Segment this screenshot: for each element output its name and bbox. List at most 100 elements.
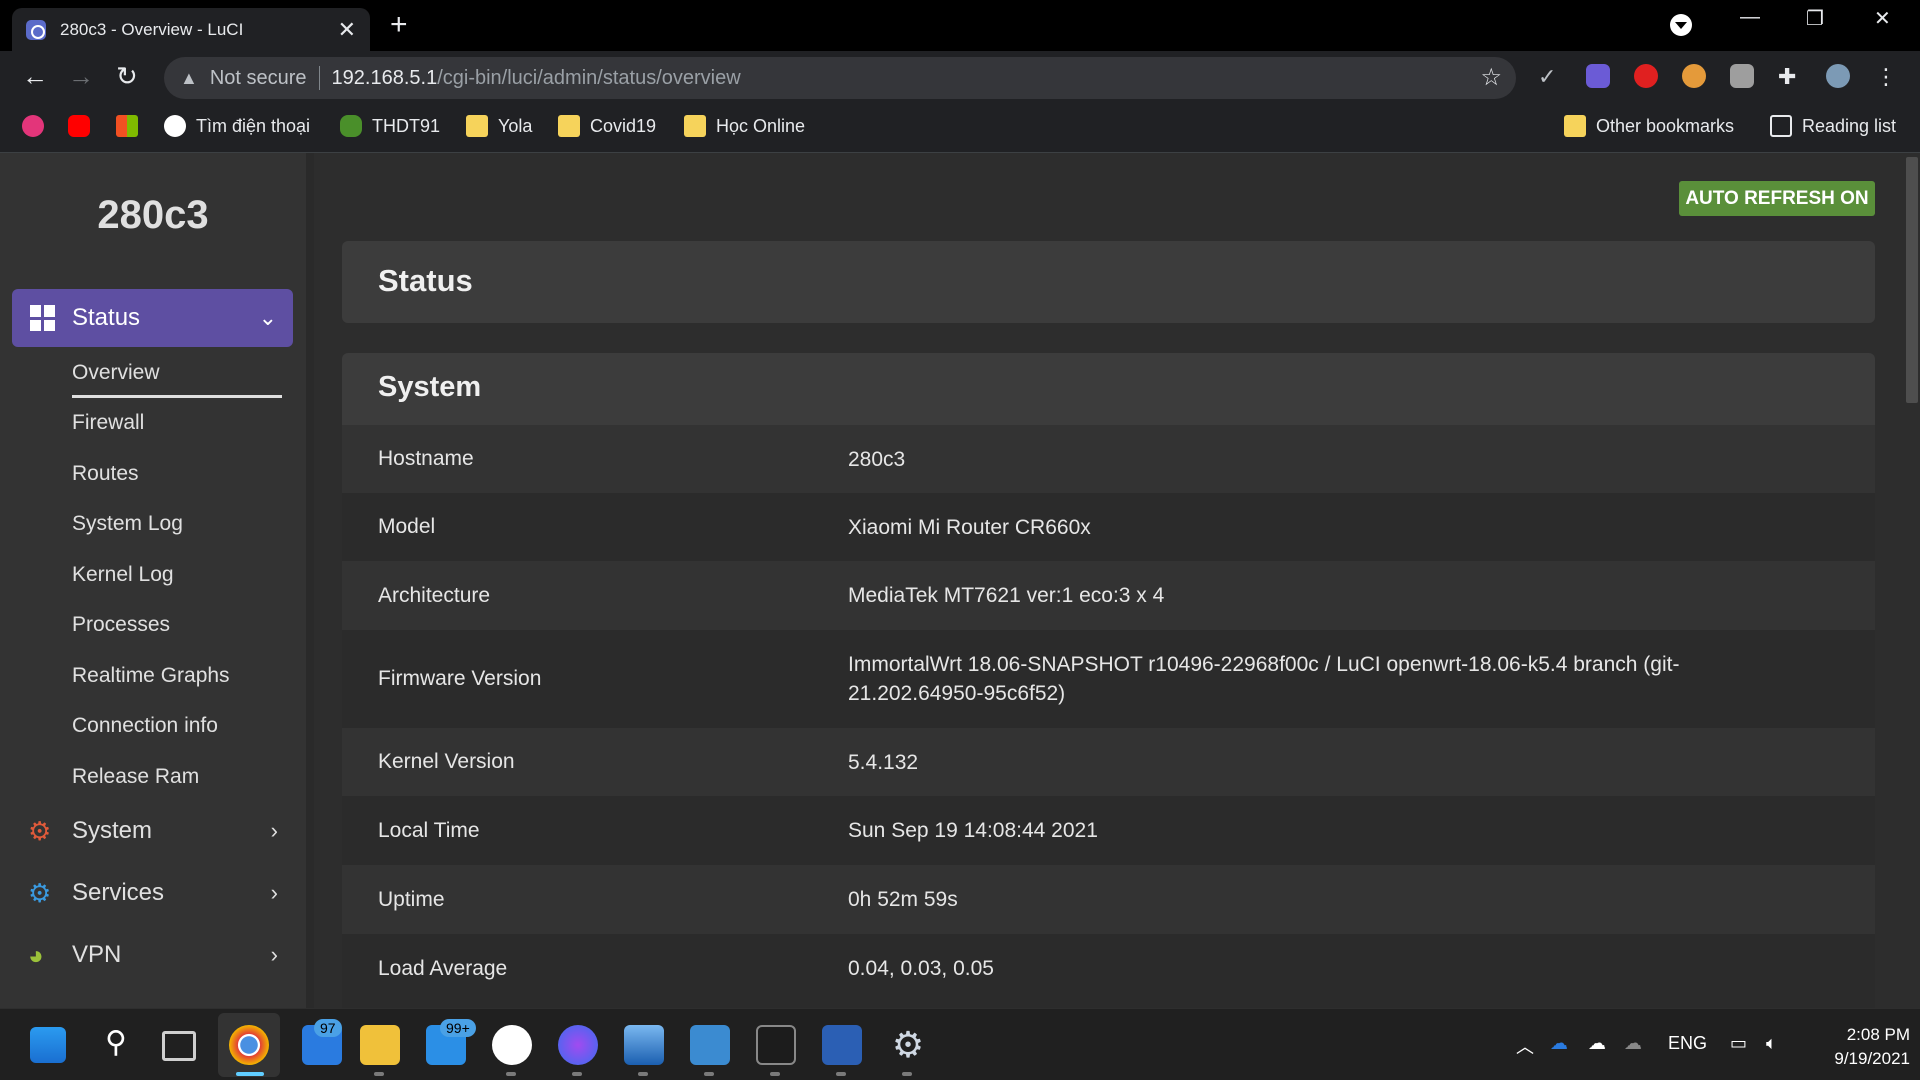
reading-list-label: Reading list (1802, 115, 1897, 136)
language-indicator[interactable]: ENG (1668, 1033, 1707, 1054)
minimize-icon[interactable]: — (1740, 6, 1760, 29)
reading-list[interactable]: Reading list (1770, 115, 1896, 137)
chevron-right-icon: › (270, 942, 278, 967)
sidebar-subitem-kernel-log[interactable]: Kernel Log (72, 563, 174, 587)
microsoft-icon[interactable] (116, 115, 148, 137)
other-bookmarks[interactable]: Other bookmarks (1564, 115, 1734, 137)
row-key: Local Time (378, 818, 480, 842)
bookmark-star-icon[interactable]: ☆ (1480, 63, 1502, 92)
sidebar-subitem-overview[interactable]: Overview (72, 361, 160, 385)
brand-hostname[interactable]: 280c3 (0, 193, 306, 238)
sidebar-subitem-realtime-graphs[interactable]: Realtime Graphs (72, 664, 230, 688)
row-key: Load Average (378, 956, 508, 980)
task-view-icon[interactable] (162, 1031, 196, 1061)
sidebar-item-services[interactable]: ⚙ Services › (28, 873, 278, 913)
auto-refresh-button[interactable]: AUTO REFRESH ON (1679, 181, 1875, 216)
tab-title: 280c3 - Overview - LuCI (60, 19, 244, 39)
page-title: Status (378, 263, 473, 298)
forward-icon[interactable]: → (68, 61, 94, 92)
show-hidden-icons[interactable]: ︿ (1516, 1033, 1534, 1059)
address-bar[interactable]: ▲ Not secure 192.168.5.1 /cgi-bin/luci/a… (164, 57, 1516, 99)
sidebar: 280c3 Status ⌄ Overview Firewall Routes … (0, 153, 306, 1008)
windows-start-icon[interactable] (30, 1027, 66, 1063)
tab-search-icon[interactable] (1670, 14, 1692, 36)
avatar[interactable] (1826, 64, 1850, 88)
scrollbar-thumb[interactable] (1906, 157, 1918, 403)
sidebar-subitem-firewall[interactable]: Firewall (72, 411, 144, 435)
warning-icon[interactable]: ▲ (180, 68, 198, 89)
menu-kebab-icon[interactable]: ⋮ (1874, 64, 1898, 89)
status-header-card: Status (342, 241, 1875, 323)
close-tab-icon[interactable]: ✕ (338, 17, 356, 43)
settings-gear-icon[interactable]: ⚙ (888, 1025, 928, 1065)
sidebar-subitem-system-log[interactable]: System Log (72, 512, 183, 536)
bookmark-tim-dien-thoai[interactable]: Tìm điện thoại (164, 115, 310, 137)
file-explorer-icon[interactable] (360, 1025, 400, 1065)
url-path[interactable]: /cgi-bin/luci/admin/status/overview (437, 67, 740, 90)
gear-icon: ⚙ (28, 815, 52, 846)
cloud-sync-icon[interactable]: ☁ (1624, 1033, 1642, 1054)
clock[interactable]: 2:08 PM 9/19/2021 (1810, 1023, 1910, 1071)
folder-icon (466, 115, 488, 137)
sidebar-item-label: System (72, 817, 153, 844)
row-key: Firmware Version (378, 667, 542, 690)
sidebar-item-vpn[interactable]: ◕ VPN › (28, 935, 278, 975)
bookmark-thdt91[interactable]: THDT91 (340, 115, 440, 137)
messenger-icon[interactable] (558, 1025, 598, 1065)
restore-icon[interactable]: ❐ (1806, 6, 1824, 31)
running-indicator (572, 1072, 582, 1076)
cookie-extension-icon[interactable] (1682, 64, 1706, 88)
folder-icon (558, 115, 580, 137)
adblock-extension-icon[interactable] (1634, 64, 1658, 88)
onedrive-personal-icon[interactable]: ☁ (1588, 1033, 1606, 1054)
page-scrollbar[interactable] (1904, 153, 1920, 1008)
remote-desktop-icon[interactable] (690, 1025, 730, 1065)
sidebar-item-system[interactable]: ⚙ System › (28, 811, 278, 851)
dashboard-icon (30, 305, 56, 331)
check-extension-icon[interactable]: ✓ (1538, 64, 1562, 89)
sidebar-subitem-connection-info[interactable]: Connection info (72, 714, 218, 738)
back-icon[interactable]: ← (22, 61, 48, 92)
new-tab-icon[interactable]: + (390, 8, 408, 42)
bookmark-yola[interactable]: Yola (466, 115, 532, 137)
volume-icon[interactable]: 🔈︎ (1766, 1033, 1777, 1054)
browser-toolbar: ← → ↻ ▲ Not secure 192.168.5.1 /cgi-bin/… (0, 51, 1920, 105)
bookmark-covid19[interactable]: Covid19 (558, 115, 656, 137)
table-row: Hostname 280c3 (342, 425, 1875, 493)
bookmark-label: Học Online (716, 115, 806, 136)
network-icon[interactable]: ▭ (1730, 1033, 1747, 1054)
zalo-icon[interactable] (492, 1025, 532, 1065)
sidebar-item-label: Services (72, 879, 165, 906)
search-icon[interactable]: ⚲ (96, 1025, 136, 1065)
onedrive-icon[interactable]: ☁ (1550, 1033, 1568, 1054)
bookmark-app-icon[interactable] (22, 115, 54, 137)
url-host[interactable]: 192.168.5.1 (332, 67, 438, 90)
puzzle-extensions-icon[interactable]: ✚ (1778, 64, 1802, 89)
clock-time: 2:08 PM (1846, 1025, 1910, 1044)
folder-icon (684, 115, 706, 137)
system-section: System Hostname 280c3 Model Xiaomi Mi Ro… (342, 353, 1875, 1008)
chevron-right-icon: › (270, 818, 278, 843)
word-icon[interactable] (822, 1025, 862, 1065)
running-indicator (836, 1072, 846, 1076)
services-icon: ⚙ (28, 877, 52, 908)
youtube-icon[interactable] (68, 115, 100, 137)
office-extension-icon[interactable] (1730, 64, 1754, 88)
sidebar-item-label: VPN (72, 941, 122, 968)
browser-tab[interactable]: 280c3 - Overview - LuCI ✕ (12, 8, 370, 51)
bookmark-hoc-online[interactable]: Học Online (684, 115, 805, 137)
not-secure-label[interactable]: Not secure (210, 67, 307, 90)
section-title: System (378, 371, 482, 403)
sidebar-scrollbar[interactable] (306, 153, 314, 1008)
chrome-icon[interactable] (229, 1025, 269, 1065)
sidebar-subitem-release-ram[interactable]: Release Ram (72, 765, 199, 789)
sidebar-subitem-processes[interactable]: Processes (72, 613, 170, 637)
close-window-icon[interactable]: ✕ (1874, 6, 1891, 31)
terminal-icon[interactable] (756, 1025, 796, 1065)
sidebar-subitem-routes[interactable]: Routes (72, 462, 139, 486)
active-indicator (236, 1072, 264, 1076)
reload-icon[interactable]: ↻ (116, 61, 138, 92)
photos-icon[interactable] (624, 1025, 664, 1065)
extension-icon[interactable] (1586, 64, 1610, 88)
sidebar-item-status[interactable]: Status ⌄ (12, 289, 293, 347)
